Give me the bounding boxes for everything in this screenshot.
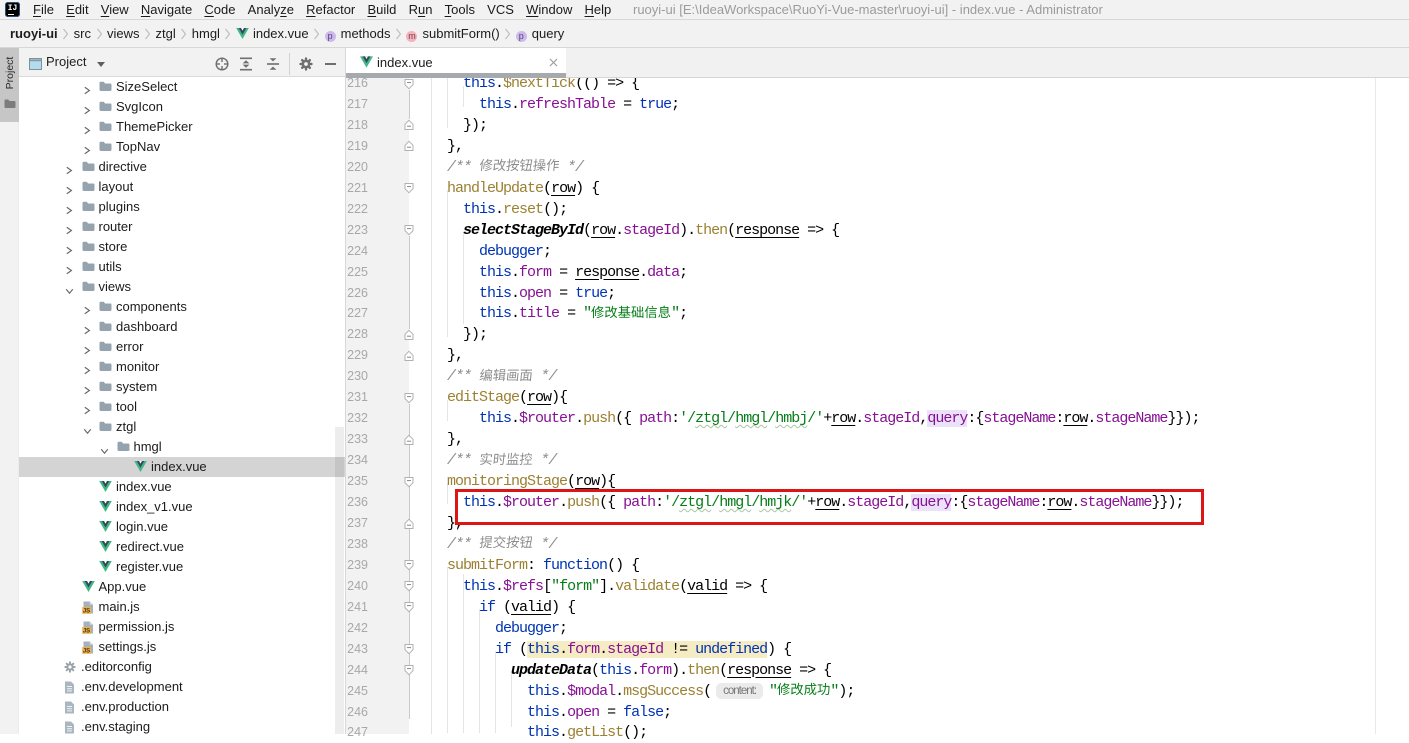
svg-text:JS: JS — [82, 648, 89, 654]
svg-text:JS: JS — [82, 628, 89, 634]
svg-text:JS: JS — [82, 608, 89, 614]
